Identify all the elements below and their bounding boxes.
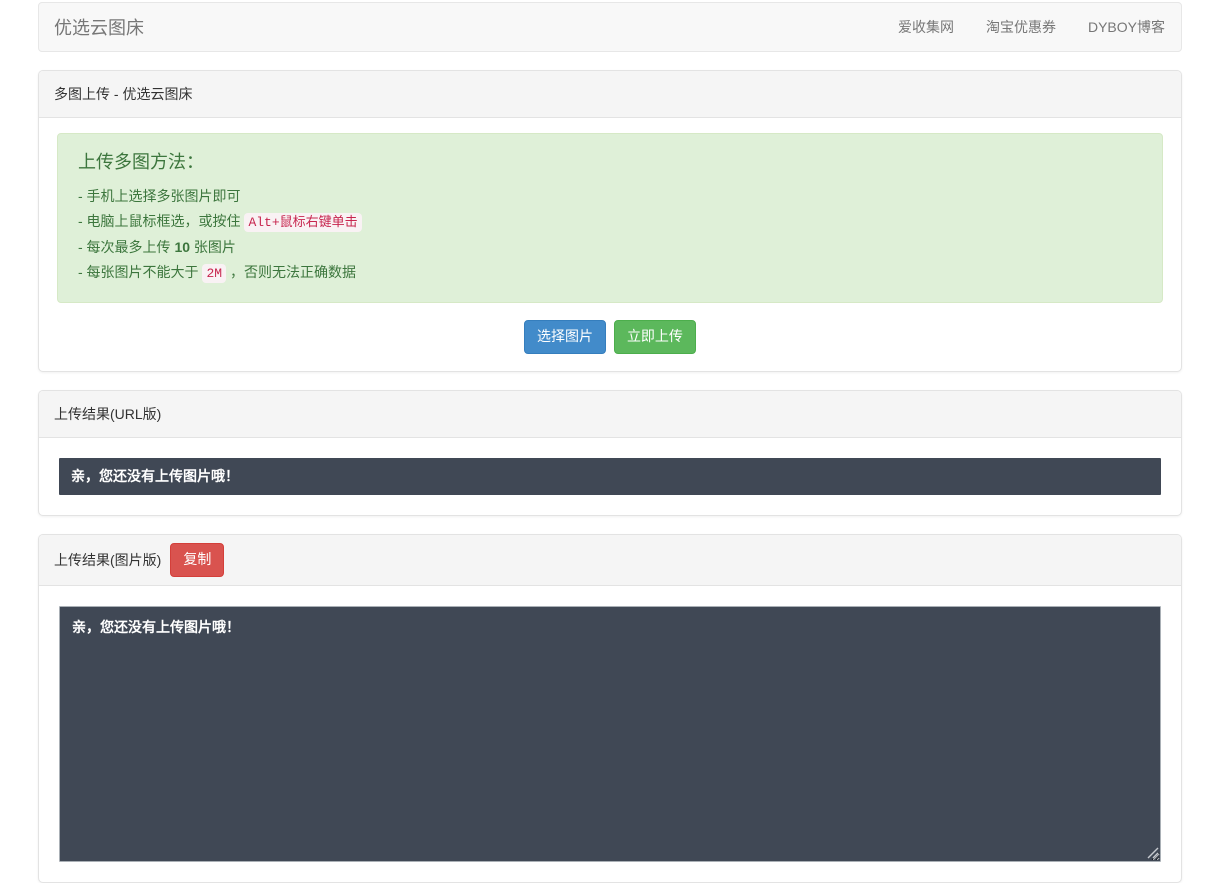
brand-link[interactable]: 优选云图床 <box>39 14 159 40</box>
image-result-panel-title: 上传结果(图片版) <box>54 550 161 570</box>
upload-now-button[interactable]: 立即上传 <box>614 320 696 354</box>
alert-line-2: - 电脑上鼠标框选，或按住 Alt+鼠标右键单击 <box>78 209 1142 235</box>
image-result-textarea[interactable]: 亲，您还没有上传图片哦！ <box>59 606 1161 862</box>
alert-title: 上传多图方法： <box>78 148 1142 174</box>
alert-line-3-suffix: 张图片 <box>190 239 236 255</box>
navbar-links: 爱收集网 淘宝优惠券 DYBOY博客 <box>882 3 1181 51</box>
alert-line-3: - 每次最多上传 10 张图片 <box>78 235 1142 260</box>
page-container: 优选云图床 爱收集网 淘宝优惠券 DYBOY博客 多图上传 - 优选云图床 上传… <box>38 2 1182 883</box>
alert-line-1: - 手机上选择多张图片即可 <box>78 184 1142 209</box>
nav-link-taobao-coupon[interactable]: 淘宝优惠券 <box>970 3 1072 51</box>
upload-instructions-alert: 上传多图方法： - 手机上选择多张图片即可 - 电脑上鼠标框选，或按住 Alt+… <box>57 133 1163 303</box>
choose-images-button[interactable]: 选择图片 <box>524 320 606 354</box>
navbar: 优选云图床 爱收集网 淘宝优惠券 DYBOY博客 <box>38 2 1182 52</box>
alert-line-2-text: - 电脑上鼠标框选，或按住 <box>78 213 244 229</box>
alt-right-click-code: Alt+鼠标右键单击 <box>244 213 361 232</box>
nav-link-aishouji[interactable]: 爱收集网 <box>882 3 970 51</box>
url-result-panel-body: 亲，您还没有上传图片哦！ <box>39 438 1181 515</box>
alert-line-4: - 每张图片不能大于 2M ，否则无法正确数据 <box>78 260 1142 286</box>
copy-button[interactable]: 复制 <box>170 543 224 577</box>
alert-line-3-text: - 每次最多上传 <box>78 239 174 255</box>
alert-line-4-suffix: ，否则无法正确数据 <box>226 264 356 280</box>
url-result-panel: 上传结果(URL版) 亲，您还没有上传图片哦！ <box>38 390 1182 516</box>
upload-panel: 多图上传 - 优选云图床 上传多图方法： - 手机上选择多张图片即可 - 电脑上… <box>38 70 1182 372</box>
url-result-box[interactable]: 亲，您还没有上传图片哦！ <box>59 458 1161 495</box>
alert-line-4-text: - 每张图片不能大于 <box>78 264 202 280</box>
upload-panel-body: 上传多图方法： - 手机上选择多张图片即可 - 电脑上鼠标框选，或按住 Alt+… <box>39 118 1181 371</box>
nav-link-dyboy-blog[interactable]: DYBOY博客 <box>1072 3 1181 51</box>
upload-actions: 选择图片 立即上传 <box>57 320 1163 354</box>
image-result-panel: 上传结果(图片版) 复制 亲，您还没有上传图片哦！ <box>38 534 1182 883</box>
image-result-panel-body: 亲，您还没有上传图片哦！ <box>39 586 1181 882</box>
url-result-panel-title: 上传结果(URL版) <box>39 391 1181 438</box>
image-result-panel-heading: 上传结果(图片版) 复制 <box>39 535 1181 586</box>
max-count-value: 10 <box>174 239 190 255</box>
upload-panel-title: 多图上传 - 优选云图床 <box>39 71 1181 118</box>
max-size-code: 2M <box>202 264 226 283</box>
image-result-textarea-wrap: 亲，您还没有上传图片哦！ <box>59 606 1161 862</box>
